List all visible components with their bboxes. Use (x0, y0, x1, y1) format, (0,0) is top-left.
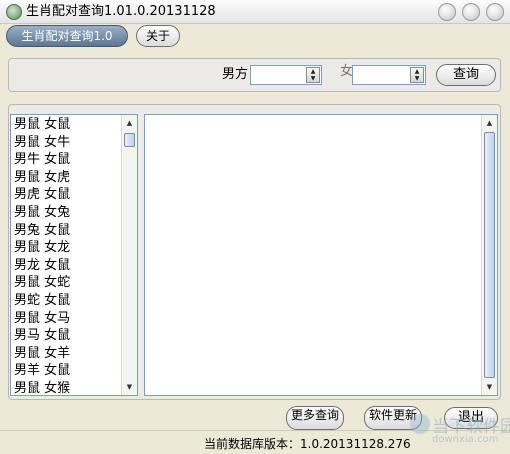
window-title: 生肖配对查询1.01.0.20131128 (26, 4, 216, 19)
list-item[interactable]: 男鼠 女兔 (14, 204, 122, 222)
db-version-text: 当前数据库版本：1.0.20131128.276 (204, 437, 411, 451)
list-item[interactable]: 男虎 女鼠 (14, 186, 122, 204)
query-button[interactable]: 查询 (436, 64, 496, 86)
list-item[interactable]: 男牛 女鼠 (14, 151, 122, 169)
spin-arrows-icon[interactable]: ▲ ▼ (306, 67, 320, 83)
result-scrollbar[interactable]: ▲ ▼ (481, 115, 497, 395)
list-item[interactable]: 男龙 女鼠 (14, 257, 122, 275)
male-zodiac-select[interactable]: ▲ ▼ (250, 65, 322, 85)
tab-about[interactable]: 关于 (136, 25, 180, 47)
software-update-button[interactable]: 软件更新 (364, 406, 422, 430)
list-item[interactable]: 男鼠 女蛇 (14, 274, 122, 292)
status-bar: 当前数据库版本：1.0.20131128.276 (0, 430, 510, 454)
tab-pair-query[interactable]: 生肖配对查询1.0 (6, 25, 128, 47)
app-icon (6, 4, 22, 20)
maximize-button[interactable] (462, 3, 480, 21)
list-item[interactable]: 男鼠 女牛 (14, 134, 122, 152)
list-item[interactable]: 男羊 女鼠 (14, 362, 122, 380)
female-zodiac-select[interactable]: ▲ ▼ (352, 65, 426, 85)
list-item[interactable]: 男鼠 女马 (14, 310, 122, 328)
scroll-up-icon[interactable]: ▲ (123, 116, 136, 130)
pair-items: 男鼠 女鼠 男鼠 女牛 男牛 女鼠 男鼠 女虎 男虎 女鼠 男鼠 女兔 男兔 女鼠 男鼠 女龙… (14, 116, 122, 395)
list-item[interactable]: 男鼠 女猴 (14, 380, 122, 395)
scroll-thumb[interactable] (124, 133, 135, 147)
scroll-down-icon[interactable]: ▼ (483, 380, 496, 394)
spin-arrows-icon[interactable]: ▲ ▼ (410, 67, 424, 83)
result-textpane[interactable]: ▲ ▼ (144, 114, 498, 396)
list-item[interactable]: 男蛇 女鼠 (14, 292, 122, 310)
list-scrollbar[interactable]: ▲ ▼ (121, 115, 137, 395)
list-item[interactable]: 男兔 女鼠 (14, 222, 122, 240)
scroll-thumb[interactable] (484, 132, 495, 378)
close-button[interactable] (486, 3, 504, 21)
pair-listbox[interactable]: 男鼠 女鼠 男鼠 女牛 男牛 女鼠 男鼠 女虎 男虎 女鼠 男鼠 女兔 男兔 女鼠 男鼠 女龙… (10, 114, 138, 396)
list-item[interactable]: 男鼠 女龙 (14, 239, 122, 257)
male-label: 男方 (222, 67, 249, 82)
scroll-up-icon[interactable]: ▲ (483, 116, 496, 130)
exit-button[interactable]: 退出 (444, 407, 498, 429)
scroll-down-icon[interactable]: ▼ (123, 380, 136, 394)
list-item[interactable]: 男鼠 女羊 (14, 345, 122, 363)
list-item[interactable]: 男马 女鼠 (14, 327, 122, 345)
list-item[interactable]: 男鼠 女虎 (14, 169, 122, 187)
minimize-button[interactable] (438, 3, 456, 21)
more-query-button[interactable]: 更多查询 (286, 406, 344, 430)
list-item[interactable]: 男鼠 女鼠 (14, 116, 122, 134)
title-bar[interactable]: 生肖配对查询1.01.0.20131128 (0, 0, 510, 24)
